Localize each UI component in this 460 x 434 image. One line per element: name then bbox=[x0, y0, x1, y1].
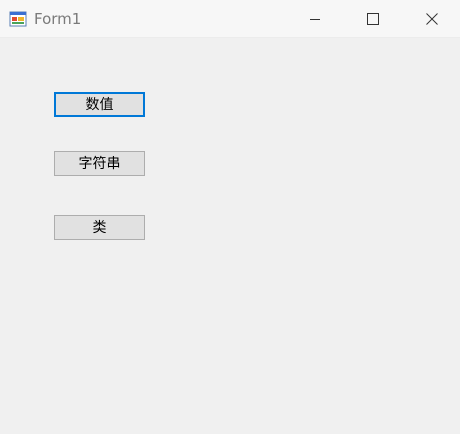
number-button[interactable]: 数值 bbox=[54, 92, 145, 117]
close-icon bbox=[426, 13, 438, 25]
maximize-button[interactable] bbox=[350, 0, 396, 38]
window-title: Form1 bbox=[34, 10, 82, 28]
form-client-area: 数值 字符串 类 bbox=[0, 38, 460, 434]
minimize-button[interactable] bbox=[292, 0, 338, 38]
minimize-icon bbox=[309, 13, 321, 25]
form-window: Form1 数值 字符串 类 bbox=[0, 0, 460, 434]
title-bar[interactable]: Form1 bbox=[0, 0, 460, 38]
string-button[interactable]: 字符串 bbox=[54, 151, 145, 176]
maximize-icon bbox=[367, 13, 379, 25]
app-icon bbox=[9, 10, 27, 28]
close-button[interactable] bbox=[409, 0, 455, 38]
class-button[interactable]: 类 bbox=[54, 215, 145, 240]
